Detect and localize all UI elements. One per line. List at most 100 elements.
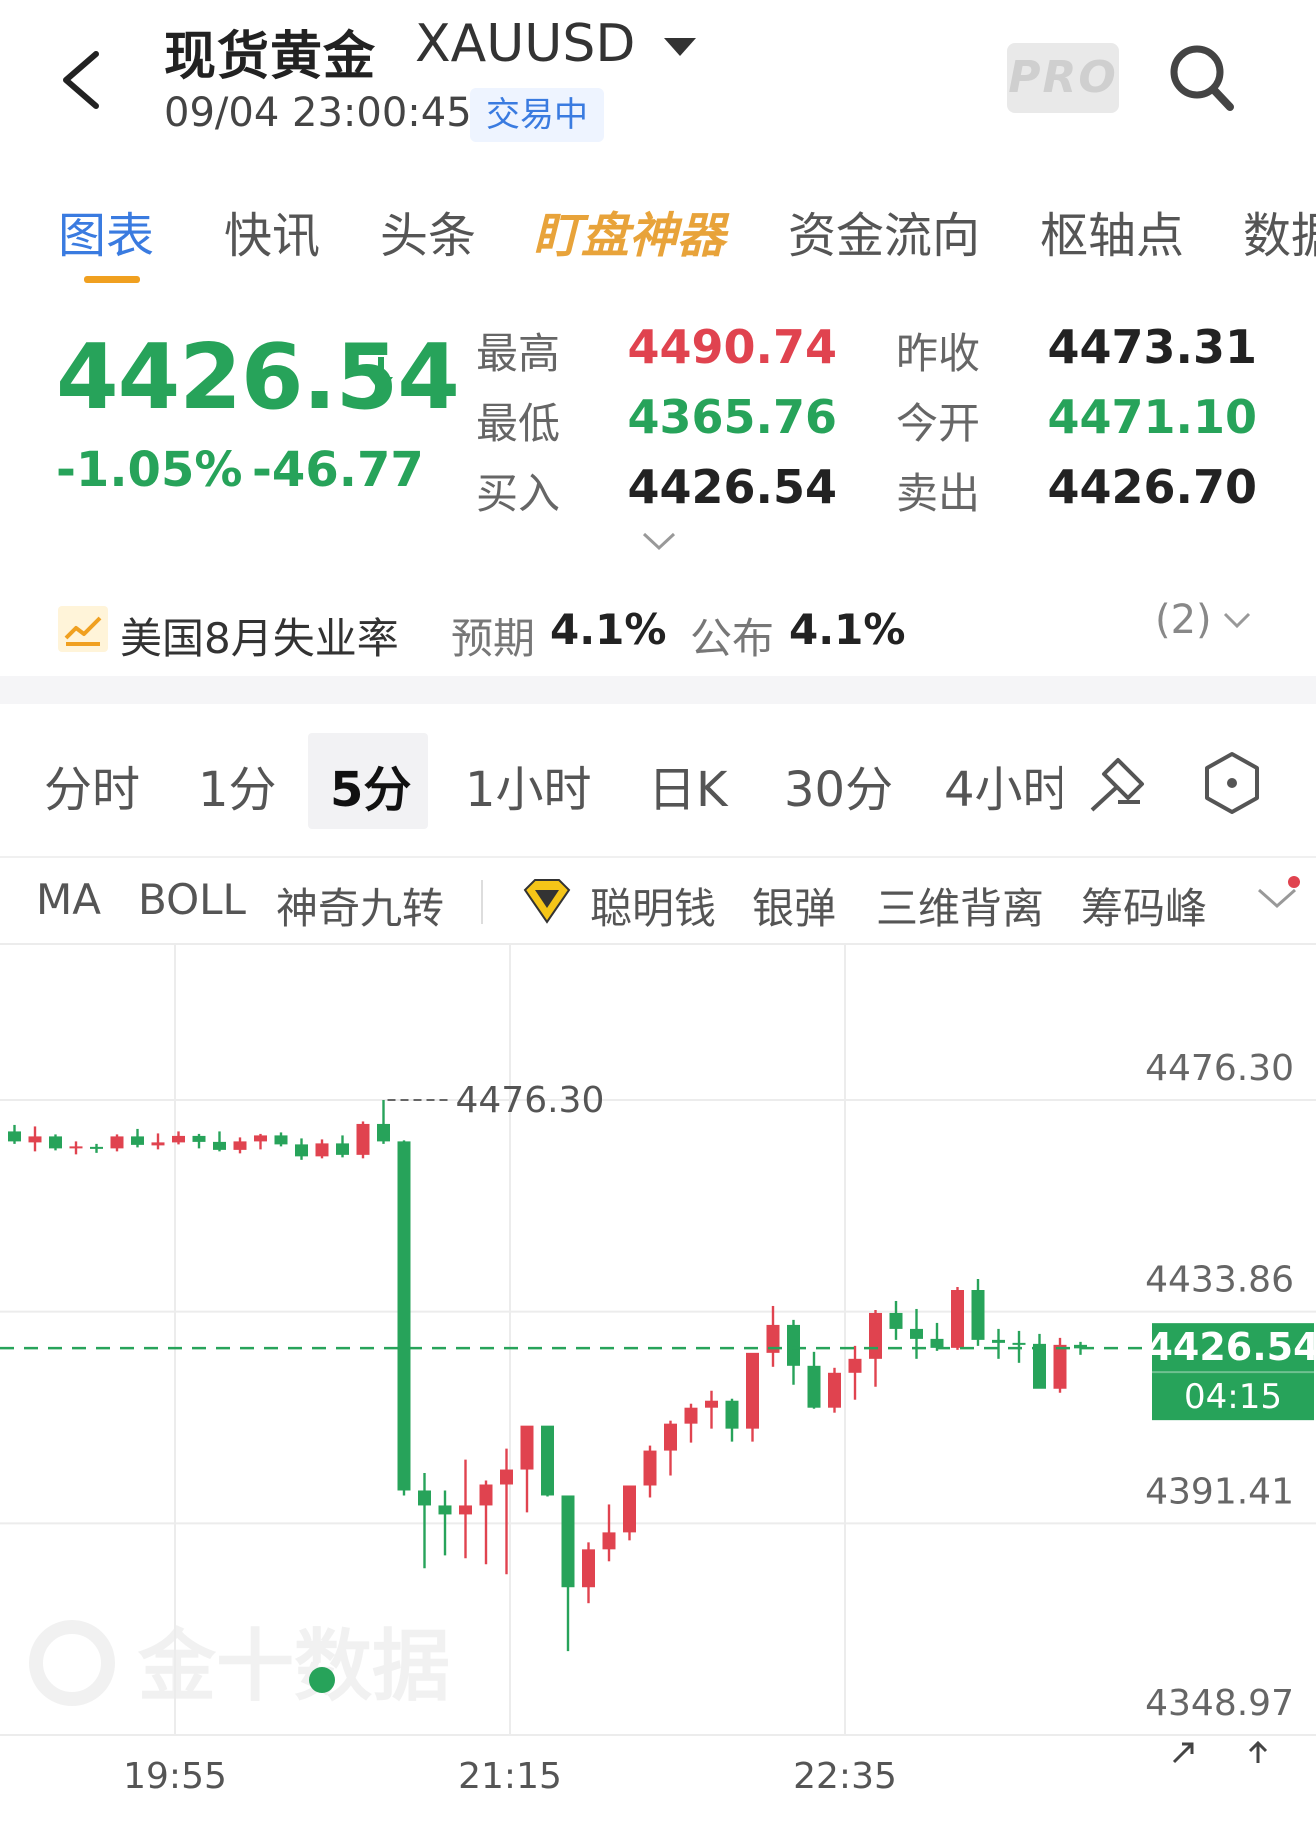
candlestick-chart[interactable]: 金十数据4476.304365.764476.304433.864391.414… <box>0 945 1316 1832</box>
tab-3[interactable]: 盯盘神器 <box>533 196 725 266</box>
candle-body <box>602 1532 616 1550</box>
quote-value: 4426.54 <box>627 460 837 514</box>
expected-value: 4.1% <box>550 605 667 654</box>
candle-body <box>623 1485 636 1533</box>
candle-body <box>705 1400 718 1408</box>
candle-body <box>418 1490 431 1506</box>
x-axis-label: 19:55 <box>123 1756 227 1797</box>
event-marker-dot <box>309 1667 335 1693</box>
news-count[interactable]: (2) <box>1155 597 1212 643</box>
candle-body <box>438 1505 452 1515</box>
change-percent: -1.05% <box>56 442 243 498</box>
tab-4[interactable]: 资金流向 <box>788 196 980 266</box>
instrument-symbol[interactable]: XAUUSD <box>415 14 635 74</box>
quote-value: 4473.31 <box>1047 320 1257 374</box>
candle-body <box>787 1324 800 1366</box>
quote-label: 今开 <box>896 399 981 448</box>
active-tab-indicator <box>84 276 140 283</box>
indicator-separator <box>481 880 483 924</box>
expand-arrow-icon[interactable] <box>1172 1742 1194 1764</box>
period-2[interactable]: 5分 <box>330 750 411 820</box>
candle-body <box>377 1123 390 1142</box>
actual-value: 4.1% <box>789 605 906 654</box>
quote-label: 买入 <box>476 469 561 518</box>
indicator-5[interactable]: 三维背离 <box>876 875 1044 936</box>
y-axis-label: 4348.97 <box>1145 1683 1294 1724</box>
tab-2[interactable]: 头条 <box>380 196 476 266</box>
candle-body <box>848 1358 862 1373</box>
settings-hexagon-icon[interactable] <box>1201 750 1263 816</box>
candle-body <box>869 1312 882 1359</box>
trading-status-badge: 交易中 <box>470 88 604 142</box>
candle-body <box>910 1328 923 1339</box>
quote-value: 4471.10 <box>1047 390 1257 444</box>
tab-0[interactable]: 图表 <box>58 196 154 266</box>
period-3[interactable]: 1小时 <box>465 750 592 820</box>
candle-body <box>541 1425 554 1496</box>
candle-body <box>336 1143 349 1155</box>
y-axis-label: 4476.30 <box>1145 1048 1294 1089</box>
tab-5[interactable]: 枢轴点 <box>1040 196 1184 266</box>
quote-label: 卖出 <box>896 469 981 518</box>
period-6[interactable]: 4小时 <box>944 750 1062 820</box>
candle-body <box>643 1450 657 1486</box>
y-axis-label: 4391.41 <box>1145 1471 1294 1512</box>
last-price: 4426.54 <box>56 325 460 430</box>
candle-body <box>500 1469 513 1485</box>
candle-body <box>746 1352 759 1429</box>
candle-body <box>561 1495 575 1588</box>
candle-body <box>930 1338 944 1348</box>
indicator-0[interactable]: MA <box>36 875 101 924</box>
candle-body <box>356 1123 370 1155</box>
y-axis-label: 4433.86 <box>1145 1260 1294 1301</box>
symbol-dropdown-icon[interactable] <box>664 38 696 56</box>
period-4[interactable]: 日K <box>648 750 727 820</box>
indicator-6[interactable]: 筹码峰 <box>1081 875 1207 936</box>
period-0[interactable]: 分时 <box>44 750 140 820</box>
high-marker-label: 4476.30 <box>456 1080 605 1121</box>
period-1[interactable]: 1分 <box>198 750 277 820</box>
smart-money-diamond-icon <box>523 879 571 924</box>
quote-label: 昨收 <box>896 329 981 378</box>
tab-6[interactable]: 数据 <box>1243 196 1316 266</box>
divider <box>0 856 1316 858</box>
countdown-label: 04:15 <box>1184 1377 1282 1417</box>
quote-label: 最高 <box>476 329 561 378</box>
search-icon[interactable] <box>1168 42 1234 112</box>
back-arrow-icon[interactable] <box>58 48 104 112</box>
chart-trend-icon <box>58 606 108 652</box>
candle-body <box>971 1290 985 1340</box>
candle-body <box>479 1484 493 1506</box>
candle-body <box>582 1549 595 1588</box>
candle-body <box>172 1135 185 1143</box>
scroll-top-arrow-icon[interactable] <box>1248 1740 1268 1763</box>
candle-body <box>8 1131 21 1142</box>
candle-body <box>1012 1342 1026 1345</box>
candle-body <box>90 1146 103 1149</box>
candle-body <box>192 1135 206 1142</box>
candle-body <box>254 1135 267 1142</box>
period-5[interactable]: 30分 <box>784 750 893 820</box>
expected-label: 预期 <box>451 614 536 663</box>
quote-value: 4426.70 <box>1047 460 1257 514</box>
candle-body <box>520 1425 534 1470</box>
indicator-3[interactable]: 聪明钱 <box>590 875 716 936</box>
candle-body <box>397 1141 411 1491</box>
candle-body <box>131 1136 144 1145</box>
candle-body <box>233 1141 247 1150</box>
quote-value: 4365.76 <box>627 390 837 444</box>
candle-body <box>459 1505 472 1515</box>
draw-tool-icon[interactable] <box>1088 752 1150 814</box>
indicator-2[interactable]: 神奇九转 <box>276 875 444 936</box>
expand-chevron-icon[interactable] <box>641 530 677 552</box>
candle-body <box>110 1136 124 1149</box>
news-title[interactable]: 美国8月失业率 <box>120 605 399 666</box>
candle-body <box>28 1136 42 1143</box>
candle-body <box>49 1136 62 1149</box>
pro-button[interactable]: PRO <box>1007 43 1119 113</box>
indicator-1[interactable]: BOLL <box>138 875 246 924</box>
indicator-4[interactable]: 银弹 <box>752 875 836 936</box>
news-chevron-icon[interactable] <box>1222 610 1252 630</box>
tab-1[interactable]: 快讯 <box>224 196 320 266</box>
candle-body <box>274 1135 288 1145</box>
